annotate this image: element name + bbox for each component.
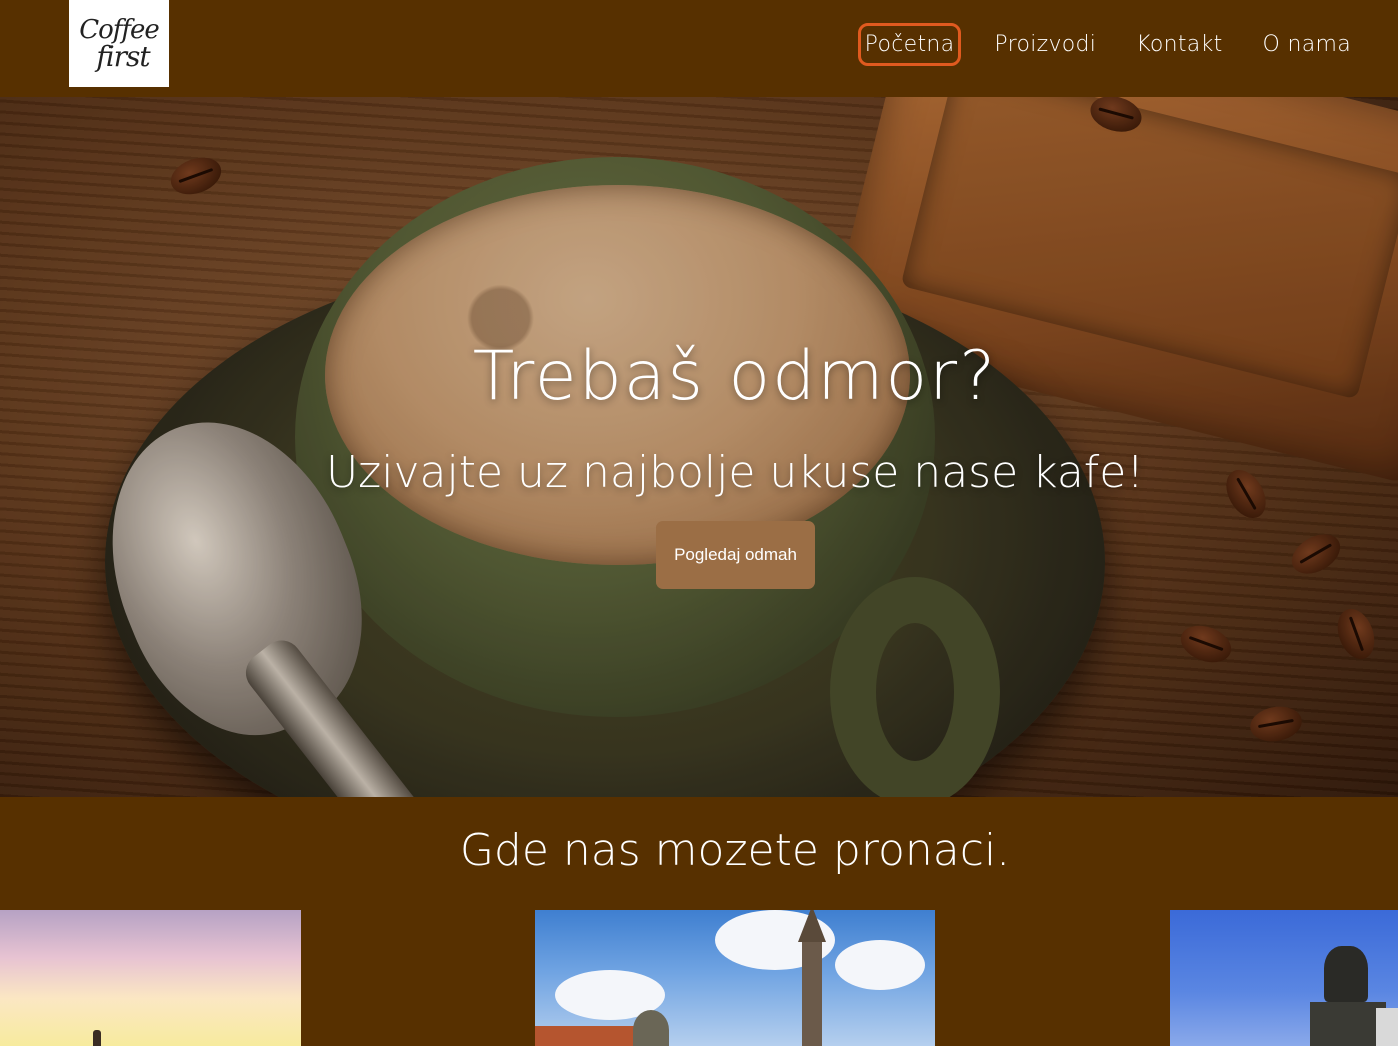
location-image-2[interactable] [535, 910, 935, 1046]
location-image-3[interactable] [1170, 910, 1398, 1046]
logo-text-line2: first [96, 39, 150, 73]
locations-title: Gde nas mozete pronaci. [459, 825, 1011, 876]
location-image-1[interactable] [0, 910, 301, 1046]
hero-section: Trebaš odmor? Uzivajte uz najbolje ukuse… [0, 97, 1398, 797]
logo-text-line1: Coffee [79, 14, 160, 45]
pogledaj-odmah-button[interactable]: Pogledaj odmah [656, 521, 815, 589]
hero-title: Trebaš odmor? [472, 337, 998, 416]
hero-subtitle: Uzivajte uz najbolje ukuse nase kafe! [325, 447, 1145, 498]
main-nav: Početna Proizvodi Kontakt O nama [857, 22, 1358, 66]
nav-o-nama[interactable]: O nama [1256, 23, 1358, 66]
site-header: Coffee first Početna Proizvodi Kontakt O… [0, 0, 1398, 97]
nav-pocetna[interactable]: Početna [857, 22, 962, 66]
nav-kontakt[interactable]: Kontakt [1129, 23, 1229, 66]
nav-proizvodi[interactable]: Proizvodi [987, 23, 1103, 66]
coffee-first-logo[interactable]: Coffee first [69, 0, 169, 87]
